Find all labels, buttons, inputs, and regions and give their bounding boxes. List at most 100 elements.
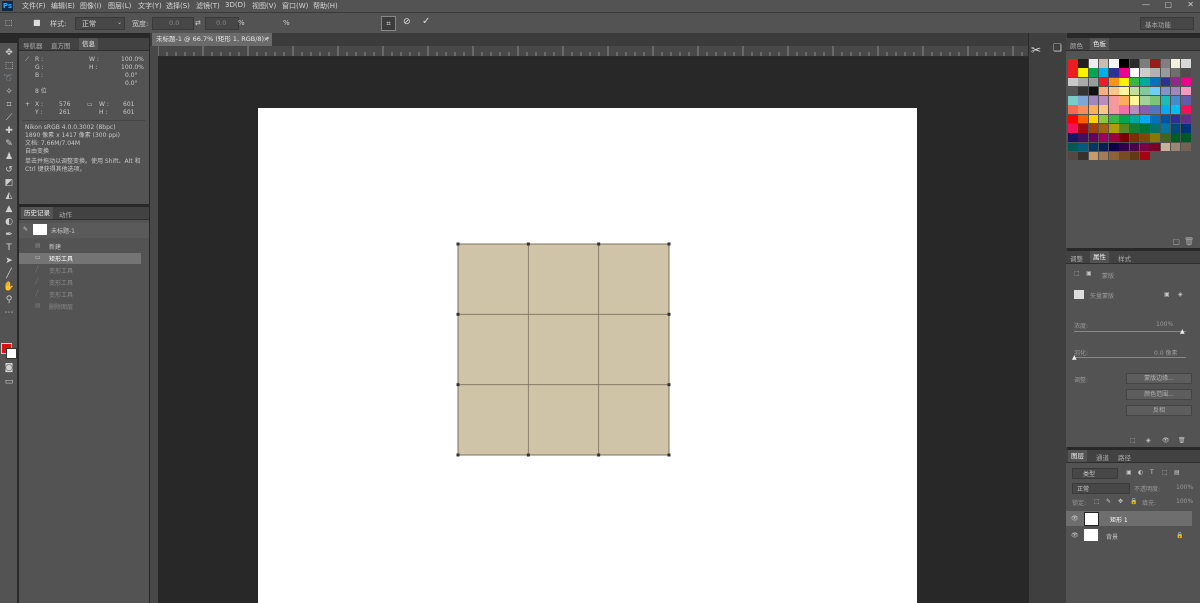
color-swatch[interactable] (1170, 96, 1181, 105)
color-swatch[interactable] (1140, 114, 1150, 124)
style-select[interactable]: 正常 ⌄ (75, 17, 125, 30)
tab-channels[interactable]: 通道 (1096, 452, 1109, 462)
color-swatch[interactable] (1129, 114, 1140, 124)
color-swatch[interactable] (1109, 105, 1119, 114)
lock-paint-icon[interactable]: ✎ (1106, 498, 1111, 505)
delete-icon[interactable]: 🗑 (1178, 437, 1186, 444)
color-swatch[interactable] (1098, 77, 1109, 87)
tab-styles[interactable]: 样式 (1118, 253, 1131, 263)
cancel-transform-icon[interactable]: ⊘ (403, 17, 411, 27)
color-swatch[interactable] (1181, 68, 1191, 77)
history-item[interactable]: ╱ 变形工具 (19, 265, 141, 276)
tab-properties[interactable]: 属性 (1090, 251, 1109, 263)
paint-bucket-icon[interactable]: ◭ (3, 191, 15, 202)
color-swatch[interactable] (1078, 105, 1088, 114)
screen-mode-icon[interactable]: ▭ (3, 377, 15, 388)
tab-navigator[interactable]: 导航器 (23, 40, 43, 50)
color-swatch[interactable] (1181, 142, 1191, 152)
document-canvas[interactable] (258, 108, 917, 603)
workspace-select[interactable]: 基本功能 (1140, 17, 1194, 30)
color-swatch[interactable] (1170, 114, 1181, 124)
color-swatch[interactable] (1068, 105, 1078, 114)
color-swatch[interactable] (1119, 68, 1129, 77)
color-swatch[interactable] (1119, 86, 1129, 96)
new-selection-icon[interactable]: ■ (33, 18, 41, 27)
opacity-value[interactable]: 100% (1176, 484, 1193, 491)
color-swatch[interactable] (1150, 114, 1160, 124)
color-swatch[interactable] (1129, 142, 1140, 152)
color-swatch[interactable] (1078, 114, 1088, 124)
tab-actions[interactable]: 动作 (59, 209, 72, 219)
color-swatch[interactable] (1129, 105, 1140, 114)
visibility-icon[interactable]: 👁 (1162, 437, 1170, 444)
color-swatch[interactable] (1181, 59, 1191, 68)
history-item[interactable]: ╱ 变形工具 (19, 277, 141, 288)
color-swatch[interactable] (1170, 105, 1181, 114)
warp-handle[interactable] (667, 312, 671, 316)
color-swatch[interactable] (1068, 142, 1078, 152)
blur-tool-icon[interactable]: ▲ (3, 204, 15, 215)
warp-handle[interactable] (526, 242, 530, 246)
warp-handle[interactable] (597, 453, 601, 457)
color-swatch[interactable] (1078, 59, 1088, 68)
background-color-swatch[interactable] (6, 348, 17, 359)
tab-layers[interactable]: 图层 (1068, 450, 1087, 462)
color-swatch[interactable] (1098, 114, 1109, 124)
feather-value[interactable]: 0.0 像素 (1154, 348, 1177, 357)
warp-handle[interactable] (456, 312, 460, 316)
color-swatch[interactable] (1068, 86, 1078, 96)
color-swatch[interactable] (1150, 105, 1160, 114)
tab-swatches[interactable]: 色板 (1090, 38, 1109, 50)
color-swatch[interactable] (1160, 133, 1171, 142)
color-swatch[interactable] (1109, 86, 1119, 96)
density-slider[interactable] (1074, 331, 1186, 332)
color-swatch[interactable] (1088, 68, 1099, 77)
maximize-icon[interactable]: ▢ (1164, 0, 1172, 9)
color-swatch[interactable] (1109, 124, 1119, 133)
color-swatch[interactable] (1170, 77, 1181, 87)
visibility-icon[interactable]: 👁 (1071, 532, 1079, 539)
color-swatch[interactable] (1170, 86, 1181, 96)
menu-window[interactable]: 窗口(W) (282, 1, 308, 11)
color-swatch[interactable] (1140, 124, 1150, 133)
feather-slider[interactable] (1074, 357, 1186, 358)
vector-add-icon[interactable]: ◈ (1178, 291, 1183, 298)
color-swatch[interactable] (1129, 77, 1140, 87)
color-swatch[interactable] (1088, 142, 1099, 152)
color-swatch[interactable] (1170, 59, 1181, 68)
type-tool-icon[interactable]: T (3, 243, 15, 254)
color-swatch[interactable] (1160, 124, 1171, 133)
color-swatch[interactable] (1078, 68, 1088, 77)
color-swatch[interactable] (1150, 133, 1160, 142)
tab-color[interactable]: 颜色 (1070, 40, 1083, 50)
color-swatch[interactable] (1098, 124, 1109, 133)
history-item[interactable]: ▤ 删除图层 (19, 301, 141, 312)
color-swatch[interactable] (1088, 77, 1099, 87)
delete-swatch-icon[interactable]: 🗑 (1184, 237, 1194, 246)
color-swatch[interactable] (1160, 68, 1171, 77)
color-swatch[interactable] (1068, 151, 1078, 161)
color-swatch[interactable] (1140, 105, 1150, 114)
color-swatch[interactable] (1160, 114, 1171, 124)
filter-adjust-icon[interactable]: ◐ (1138, 469, 1143, 476)
warp-handle[interactable] (526, 453, 530, 457)
commit-transform-icon[interactable]: ✓ (422, 16, 430, 27)
horizontal-ruler[interactable] (158, 46, 1028, 57)
color-swatch[interactable] (1160, 59, 1171, 68)
color-swatch[interactable] (1150, 124, 1160, 133)
color-swatch[interactable] (1068, 59, 1078, 68)
tab-paths[interactable]: 路径 (1118, 452, 1131, 462)
color-swatch[interactable] (1160, 96, 1171, 105)
color-swatch[interactable] (1140, 77, 1150, 87)
color-swatch[interactable] (1129, 68, 1140, 77)
color-swatch[interactable] (1129, 133, 1140, 142)
color-swatch[interactable] (1109, 114, 1119, 124)
healing-brush-icon[interactable]: ✚ (3, 126, 15, 137)
tools-icon[interactable]: ✂ (1031, 43, 1041, 57)
hand-tool-icon[interactable]: ✋ (3, 282, 15, 293)
color-swatch[interactable] (1109, 133, 1119, 142)
color-swatch[interactable] (1160, 86, 1171, 96)
dodge-tool-icon[interactable]: ◐ (3, 217, 15, 228)
menu-type[interactable]: 文字(Y) (138, 1, 162, 11)
history-snapshot[interactable]: ✎ 未标题-1 (19, 223, 149, 238)
